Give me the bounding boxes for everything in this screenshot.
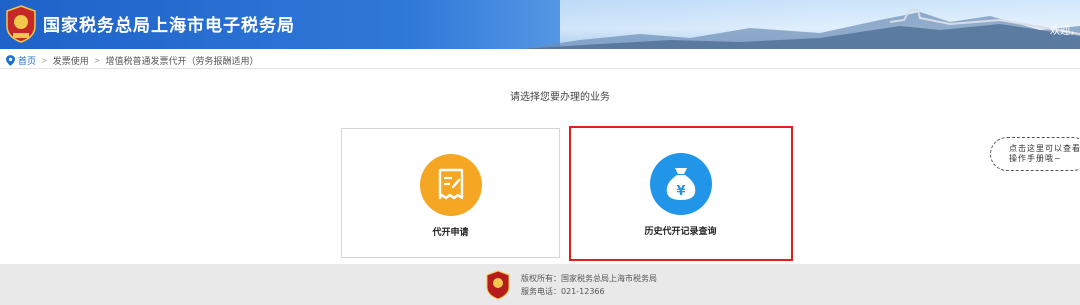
invoice-application-card[interactable]: 代开申请 [341,128,560,258]
svg-text:¥: ¥ [676,184,685,199]
breadcrumb: 首页 > 发票使用 > 增值税普通发票代开（劳务报酬适用） [6,54,258,67]
location-pin-icon [6,55,15,66]
invoice-application-label: 代开申请 [432,228,469,238]
great-wall-banner-image [520,9,1080,49]
footer-copyright: 版权所有：国家税务总局上海市税务局 [521,274,657,283]
site-header: 国家税务总局上海市电子税务局 欢迎， [0,0,1080,49]
help-text-line1: 点击这里可以查看 [1009,144,1080,153]
invoice-application-icon [419,154,482,216]
breadcrumb-home-link[interactable]: 首页 [18,54,36,67]
footer-phone: 服务电话：021-12366 [521,287,605,296]
money-bag-yen-icon: ¥ [649,153,712,215]
tax-emblem-icon [486,270,510,300]
breadcrumb-item-invoice-use[interactable]: 发票使用 [53,54,89,67]
history-query-card[interactable]: ¥ 历史代开记录查询 [571,128,790,258]
breadcrumb-divider [0,68,1080,69]
tax-emblem-icon [6,5,36,43]
breadcrumb-item-current: 增值税普通发票代开（劳务报酬适用） [105,57,259,67]
welcome-text: 欢迎， [1050,26,1080,37]
breadcrumb-separator: > [41,56,48,65]
business-prompt: 请选择您要办理的业务 [510,92,610,103]
site-title: 国家税务总局上海市电子税务局 [43,16,295,36]
manual-help-bubble[interactable]: 点击这里可以查看 操作手册哦~ [990,137,1080,171]
history-query-label: 历史代开记录查询 [644,227,717,237]
breadcrumb-separator: > [93,56,101,65]
help-text-line2: 操作手册哦~ [1009,154,1062,163]
site-footer: 版权所有：国家税务总局上海市税务局 服务电话：021-12366 [0,264,1080,305]
